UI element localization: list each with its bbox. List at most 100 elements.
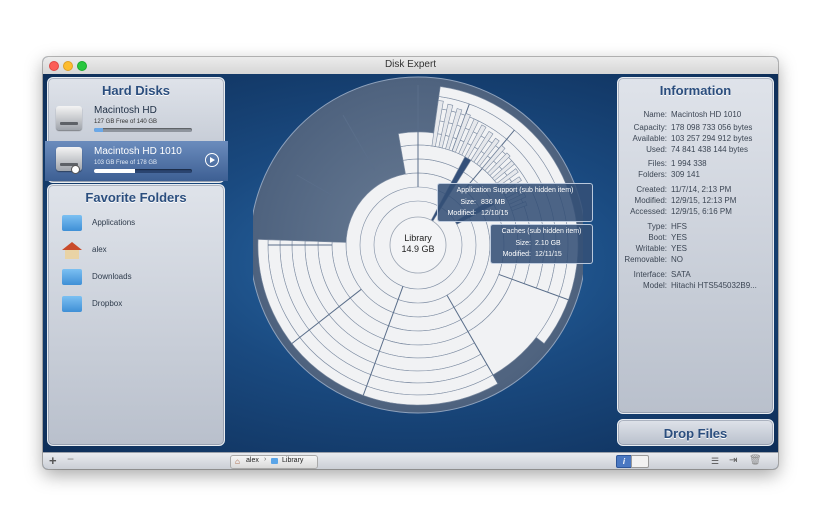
information-title: Information xyxy=(659,83,732,98)
info-key: Files: xyxy=(647,159,667,168)
info-value: 1 994 338 xyxy=(671,159,707,168)
main-area: Hard Disks Macintosh HD 127 GB Free of 1… xyxy=(43,74,778,452)
info-value: 74 841 438 144 bytes xyxy=(671,145,748,154)
info-value: Macintosh HD 1010 xyxy=(671,110,742,119)
info-key: Type: xyxy=(647,222,667,231)
tooltip-modified-value: 12/10/15 xyxy=(481,210,509,217)
bottom-toolbar: + − ⌂ alex › Library i ☰ ⇥ 🗑 xyxy=(43,452,778,469)
disk-free-space: 127 GB Free of 140 GB xyxy=(94,119,158,125)
disk-usage-fill xyxy=(94,169,136,173)
info-value: 103 257 294 912 bytes xyxy=(671,134,753,143)
favorite-item-downloads[interactable]: Downloads xyxy=(62,269,212,287)
tooltip-caches: Caches (sub hidden item) Size: 2.10 GB M… xyxy=(490,224,593,264)
tooltip-title: Caches (sub hidden item) xyxy=(501,228,582,235)
info-row: Capacity: 178 098 733 056 bytes xyxy=(618,122,773,133)
breadcrumb-item-alex[interactable]: alex xyxy=(246,457,259,464)
info-value: 12/9/15, 12:13 PM xyxy=(671,196,737,205)
remove-icon[interactable]: − xyxy=(67,453,74,465)
hard-disks-title: Hard Disks xyxy=(102,83,170,98)
home-folder-icon xyxy=(62,242,82,260)
sort-icon[interactable]: ☰ xyxy=(711,456,719,467)
favorite-label: Dropbox xyxy=(92,299,123,308)
info-row: Model: Hitachi HTS545032B9... xyxy=(618,280,773,291)
window-title: Disk Expert xyxy=(384,59,437,70)
info-row: Created: 11/7/14, 2:13 PM xyxy=(618,184,773,195)
disk-free-space: 103 GB Free of 178 GB xyxy=(94,160,158,166)
favorite-folders-panel: Favorite Folders Applications alex Downl… xyxy=(47,184,225,446)
tooltip-size-value: 2.10 GB xyxy=(535,240,561,247)
breadcrumb-item-library[interactable]: Library xyxy=(282,457,303,464)
info-row: Writable: YES xyxy=(618,243,773,254)
info-key: Available: xyxy=(632,134,667,143)
tooltip-size-value: 836 MB xyxy=(481,199,506,206)
disk-usage-bar xyxy=(94,128,192,132)
downloads-folder-icon xyxy=(62,269,82,285)
tooltip-size-label: Size: xyxy=(515,240,531,247)
hard-disks-panel: Hard Disks Macintosh HD 127 GB Free of 1… xyxy=(45,77,228,183)
chevron-right-icon: › xyxy=(264,456,267,463)
info-key: Folders: xyxy=(638,170,667,179)
folder-icon xyxy=(271,458,278,464)
info-key: Writable: xyxy=(635,244,667,253)
favorite-item-alex[interactable]: alex xyxy=(62,242,212,260)
info-row: Used: 74 841 438 144 bytes xyxy=(618,144,773,155)
info-row: Type: HFS xyxy=(618,221,773,232)
dropbox-folder-icon xyxy=(62,296,82,312)
title-bar: Disk Expert xyxy=(43,57,778,75)
tooltip-application-support: Application Support (sub hidden item) Si… xyxy=(437,183,593,222)
tooltip-modified-label: Modified: xyxy=(502,251,531,258)
info-key: Model: xyxy=(642,281,667,290)
checkmark-badge-icon xyxy=(71,165,80,174)
favorite-item-dropbox[interactable]: Dropbox xyxy=(62,296,212,314)
info-value: SATA xyxy=(671,270,691,279)
disk-usage-bar xyxy=(94,169,192,173)
info-key: Boot: xyxy=(648,233,667,242)
tooltip-modified-label: Modified: xyxy=(447,210,476,217)
info-row: Removable: NO xyxy=(618,254,773,265)
disk-name: Macintosh HD 1010 xyxy=(94,146,182,157)
info-key: Interface: xyxy=(633,270,667,279)
info-row: Boot: YES xyxy=(618,232,773,243)
drop-files-area[interactable]: Drop Files xyxy=(617,419,774,446)
favorite-label: Applications xyxy=(92,218,136,227)
favorite-label: Downloads xyxy=(92,272,132,281)
info-row: Accessed: 12/9/15, 6:16 PM xyxy=(618,206,773,217)
info-value: YES xyxy=(671,244,688,253)
trash-icon[interactable]: 🗑 xyxy=(749,455,762,466)
info-key: Capacity: xyxy=(633,123,667,132)
disk-name: Macintosh HD xyxy=(94,105,157,116)
center-folder-name: Library xyxy=(404,233,432,243)
info-key: Removable: xyxy=(624,255,667,264)
drop-files-label: Drop Files xyxy=(663,426,728,441)
info-key: Used: xyxy=(646,145,667,154)
info-row: Modified: 12/9/15, 12:13 PM xyxy=(618,195,773,206)
disk-item-macintosh-hd-1010[interactable]: Macintosh HD 1010 103 GB Free of 178 GB xyxy=(45,141,228,181)
info-key: Modified: xyxy=(634,196,667,205)
info-value: NO xyxy=(671,255,683,264)
info-key: Name: xyxy=(643,110,667,119)
info-value: YES xyxy=(671,233,688,242)
info-row: Name: Macintosh HD 1010 xyxy=(618,109,773,120)
list-view-button[interactable] xyxy=(631,455,649,468)
info-value: 12/9/15, 6:16 PM xyxy=(671,207,732,216)
info-value: Hitachi HTS545032B9... xyxy=(671,281,757,290)
info-row: Interface: SATA xyxy=(618,269,773,280)
home-icon: ⌂ xyxy=(235,457,240,466)
hard-drive-icon xyxy=(56,106,82,130)
tooltip-size-label: Size: xyxy=(460,199,476,206)
disk-item-macintosh-hd[interactable]: Macintosh HD 127 GB Free of 140 GB xyxy=(48,100,228,140)
move-icon[interactable]: ⇥ xyxy=(729,455,737,466)
info-value: 309 141 xyxy=(671,170,700,179)
info-key: Created: xyxy=(636,185,667,194)
info-view-button[interactable]: i xyxy=(616,455,632,468)
info-value: 11/7/14, 2:13 PM xyxy=(671,185,732,194)
info-key: Accessed: xyxy=(630,207,667,216)
favorite-folders-title: Favorite Folders xyxy=(85,190,187,205)
add-icon[interactable]: + xyxy=(49,454,57,467)
play-icon[interactable] xyxy=(205,153,219,167)
info-value: HFS xyxy=(671,222,687,231)
center-folder-size: 14.9 GB xyxy=(401,244,434,254)
info-row: Files: 1 994 338 xyxy=(618,158,773,169)
favorite-item-applications[interactable]: Applications xyxy=(62,215,212,233)
info-row: Available: 103 257 294 912 bytes xyxy=(618,133,773,144)
